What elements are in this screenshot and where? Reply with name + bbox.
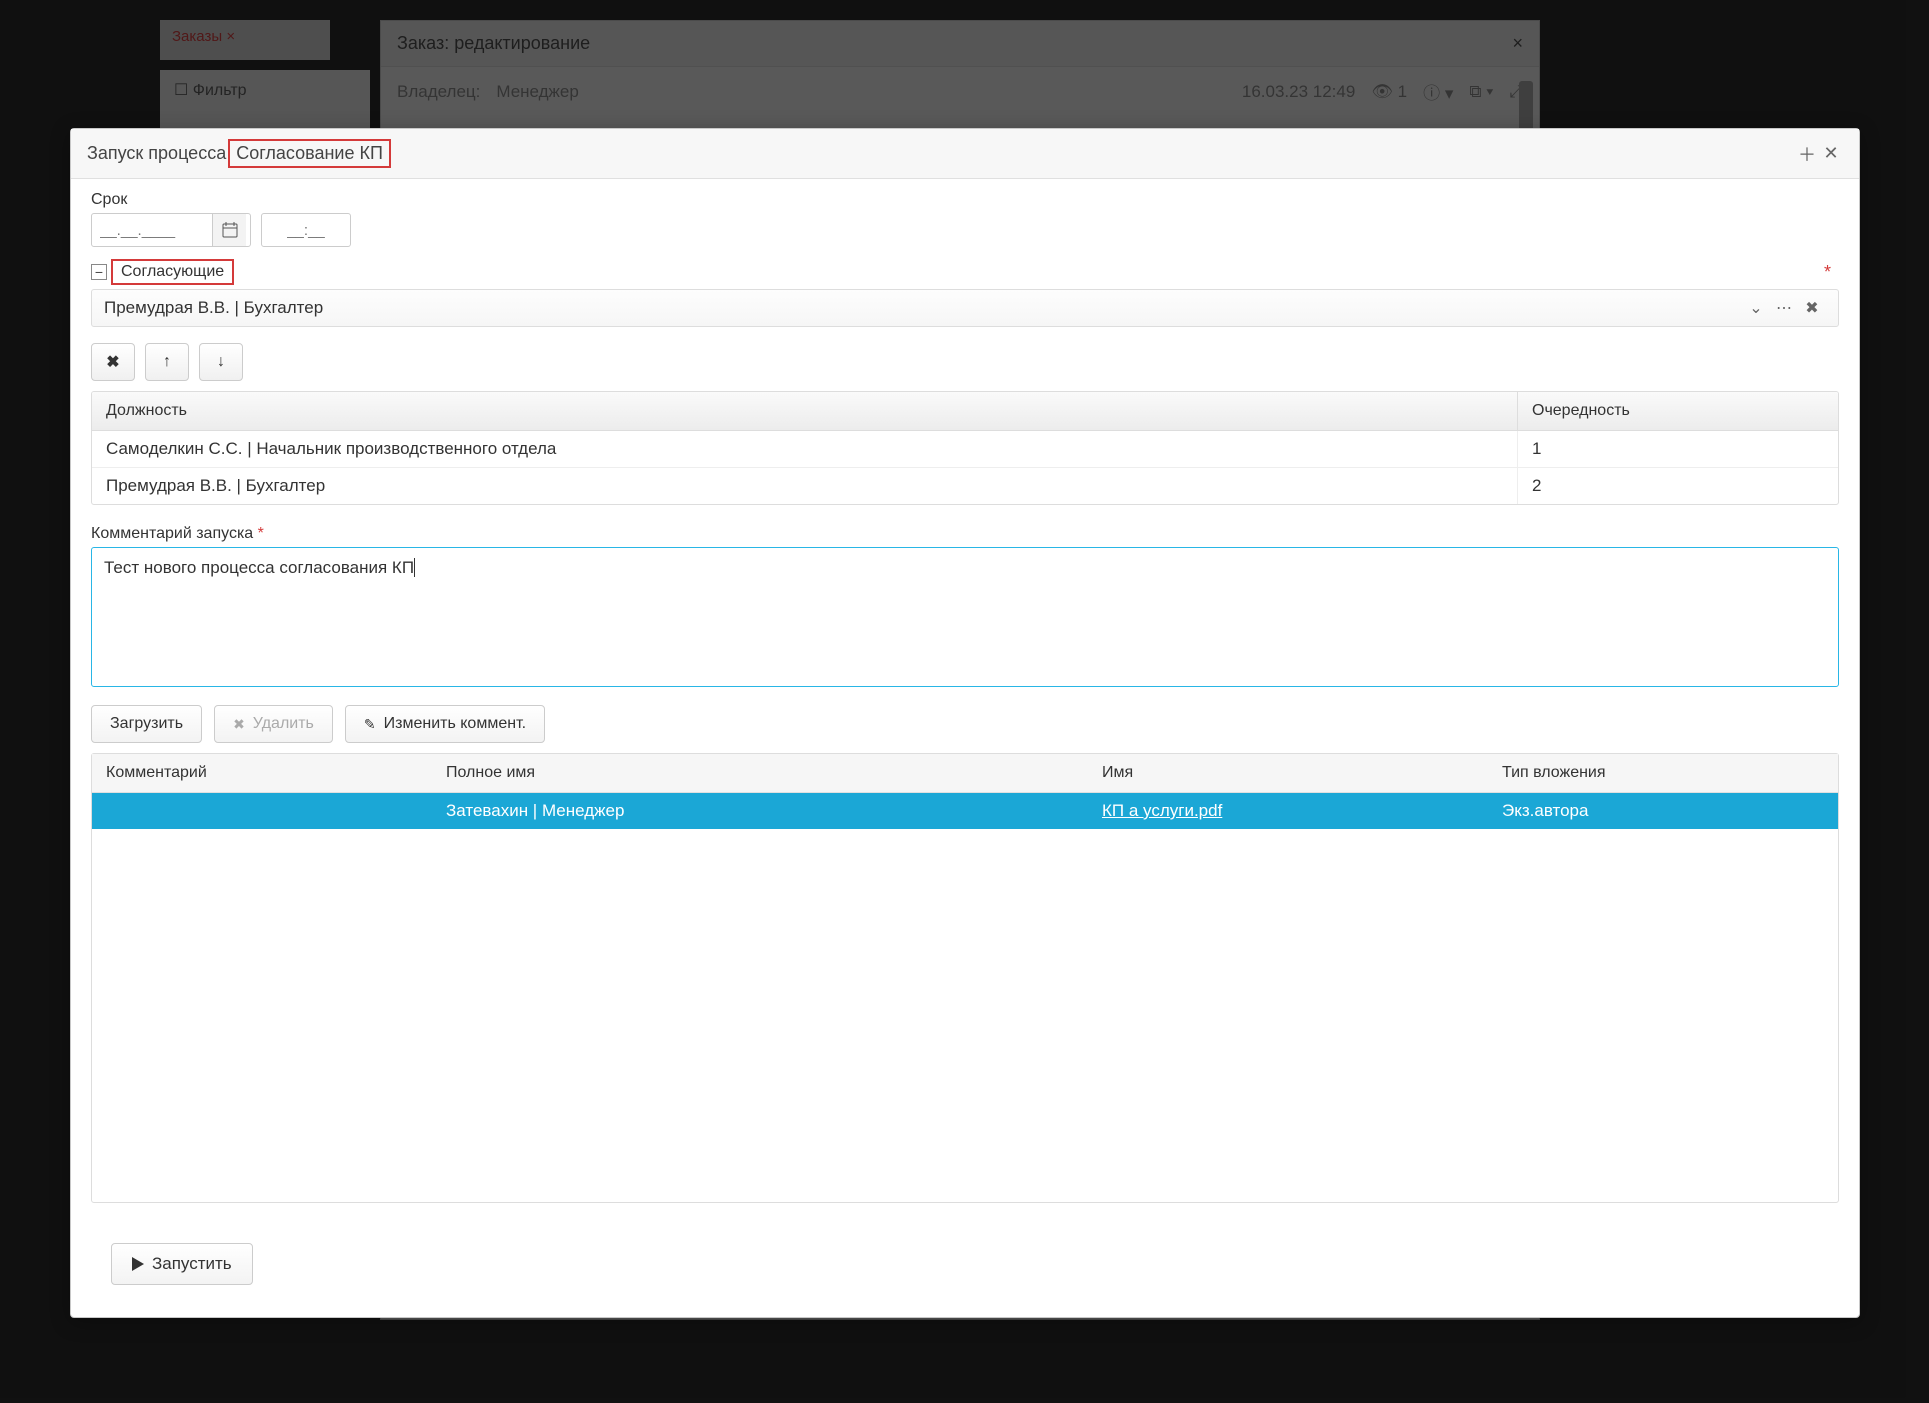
deadline-date-input[interactable]: [92, 222, 212, 239]
modal-title-process: Согласование КП: [228, 139, 391, 168]
pencil-icon: ✎: [364, 716, 376, 733]
cell-position: Премудрая В.В. | Бухгалтер: [92, 468, 1518, 504]
collapse-icon[interactable]: −: [91, 264, 107, 280]
attachments-grid: Комментарий Полное имя Имя Тип вложения …: [91, 753, 1839, 1203]
col-name[interactable]: Имя: [1088, 754, 1488, 792]
close-icon[interactable]: ✕: [1819, 142, 1843, 166]
cell-comment: [92, 793, 432, 829]
move-up-button[interactable]: ↑: [145, 343, 189, 381]
clear-icon[interactable]: ✖: [1798, 298, 1826, 318]
cell-order: 2: [1518, 468, 1838, 504]
process-start-modal: Запуск процесса Согласование КП ＋ ✕ Срок…: [70, 128, 1860, 1318]
required-marker: *: [1824, 262, 1839, 283]
col-order[interactable]: Очередность: [1518, 392, 1838, 430]
comment-text: Тест нового процесса согласования КП: [104, 558, 414, 577]
delete-button: ✖ Удалить: [214, 705, 333, 743]
add-icon[interactable]: ＋: [1795, 142, 1819, 166]
remove-button[interactable]: ✖: [91, 343, 135, 381]
calendar-icon[interactable]: [212, 214, 246, 246]
edit-comment-button[interactable]: ✎ Изменить коммент.: [345, 705, 545, 743]
modal-footer: Запустить: [91, 1223, 1839, 1305]
more-icon[interactable]: ⋯: [1770, 298, 1798, 318]
cell-position: Самоделкин С.С. | Начальник производстве…: [92, 431, 1518, 467]
comment-textarea[interactable]: Тест нового процесса согласования КП: [91, 547, 1839, 687]
chevron-down-icon[interactable]: ⌄: [1742, 298, 1770, 318]
upload-button[interactable]: Загрузить: [91, 705, 202, 743]
cell-filename[interactable]: КП а услуги.pdf: [1088, 793, 1488, 829]
comment-label: Комментарий запуска *: [91, 525, 1839, 543]
cell-type: Экз.автора: [1488, 793, 1838, 829]
col-comment[interactable]: Комментарий: [92, 754, 432, 792]
modal-title-prefix: Запуск процесса: [87, 143, 226, 164]
approvers-section-title: Согласующие: [111, 259, 234, 285]
modal-header: Запуск процесса Согласование КП ＋ ✕: [71, 129, 1859, 179]
col-position[interactable]: Должность: [92, 392, 1518, 430]
play-icon: [132, 1257, 144, 1271]
deadline-label: Срок: [91, 191, 1839, 209]
cell-order: 1: [1518, 431, 1838, 467]
run-button[interactable]: Запустить: [111, 1243, 253, 1285]
close-icon: ✖: [233, 716, 245, 733]
approver-selector[interactable]: Премудрая В.В. | Бухгалтер ⌄ ⋯ ✖: [91, 289, 1839, 327]
deadline-date-field[interactable]: [91, 213, 251, 247]
col-fullname[interactable]: Полное имя: [432, 754, 1088, 792]
col-type[interactable]: Тип вложения: [1488, 754, 1838, 792]
cell-fullname: Затевахин | Менеджер: [432, 793, 1088, 829]
table-row[interactable]: Премудрая В.В. | Бухгалтер 2: [92, 468, 1838, 504]
required-marker: *: [258, 525, 264, 542]
deadline-time-field[interactable]: [261, 213, 351, 247]
approver-selected-value: Премудрая В.В. | Бухгалтер: [104, 298, 1742, 318]
approvers-grid: Должность Очередность Самоделкин С.С. | …: [91, 391, 1839, 505]
table-row[interactable]: Затевахин | Менеджер КП а услуги.pdf Экз…: [92, 793, 1838, 829]
table-row[interactable]: Самоделкин С.С. | Начальник производстве…: [92, 431, 1838, 468]
approvers-grid-header: Должность Очередность: [92, 392, 1838, 431]
move-down-button[interactable]: ↓: [199, 343, 243, 381]
attachments-grid-header: Комментарий Полное имя Имя Тип вложения: [92, 754, 1838, 793]
deadline-time-input[interactable]: [262, 222, 350, 239]
